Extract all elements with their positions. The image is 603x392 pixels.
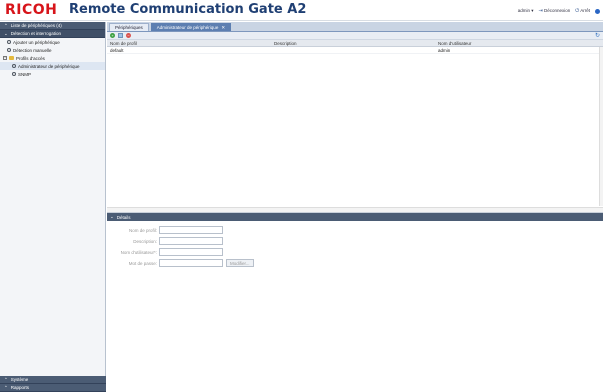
- vertical-scrollbar[interactable]: [599, 47, 603, 206]
- collapse-icon[interactable]: −: [3, 56, 7, 60]
- edit-icon[interactable]: [118, 33, 123, 38]
- delete-icon[interactable]: −: [126, 33, 131, 38]
- sidebar-section-reports[interactable]: ⌃ Rapports: [0, 384, 106, 392]
- logout-link[interactable]: ⇥ Déconnexion: [539, 8, 571, 14]
- description-field[interactable]: [159, 237, 223, 245]
- app-title: Remote Communication Gate A2: [69, 2, 307, 17]
- gear-icon: [12, 72, 16, 76]
- password-field[interactable]: [159, 259, 223, 267]
- chevron-up-icon: ⌃: [4, 384, 8, 390]
- column-header-profile-name[interactable]: Nom de profil: [107, 41, 271, 46]
- ricoh-logo: RICOH: [5, 2, 58, 18]
- sidebar-item-manual-detection[interactable]: Détection manuelle: [0, 46, 105, 54]
- sidebar-section-system[interactable]: ⌃ Système: [0, 376, 106, 384]
- description-label: Description:: [133, 238, 157, 244]
- gear-icon: [7, 40, 11, 44]
- description-row: Description:: [107, 236, 603, 246]
- toolbar: + − ↻: [107, 32, 603, 40]
- refresh-icon[interactable]: ↻: [595, 32, 600, 39]
- table-row[interactable]: default admin: [107, 47, 603, 54]
- sidebar-item-snmp[interactable]: SNMP: [0, 70, 105, 78]
- chevron-up-icon: ⌃: [4, 22, 8, 28]
- modify-button[interactable]: Modifier...: [226, 259, 254, 267]
- tab-devices[interactable]: Périphériques: [109, 23, 149, 31]
- header-actions: admin ▾ ⇥ Déconnexion ⏻ Arrêt: [518, 8, 600, 14]
- sidebar-bottom: ⌃ Système ⌃ Rapports: [0, 376, 106, 392]
- stop-link[interactable]: ⏻ Arrêt: [575, 8, 590, 14]
- sidebar-item-access-profiles[interactable]: − Profils d'accès: [0, 54, 105, 62]
- power-icon: ⏻: [575, 8, 580, 14]
- close-icon[interactable]: ✕: [221, 25, 225, 31]
- column-header-description[interactable]: Description: [271, 41, 435, 46]
- add-icon[interactable]: +: [110, 33, 115, 38]
- gear-icon: [7, 48, 11, 52]
- tab-device-admin[interactable]: Administrateur de périphérique ✕: [150, 23, 232, 31]
- logout-icon: ⇥: [538, 8, 543, 14]
- profile-name-row: Nom de profil:: [107, 225, 603, 235]
- profiles-grid: default admin: [107, 47, 603, 213]
- horizontal-scrollbar[interactable]: [107, 207, 603, 212]
- sidebar-item-device-admin[interactable]: Administrateur de périphérique: [0, 62, 105, 70]
- app-header: RICOH Remote Communication Gate A2 admin…: [0, 0, 603, 21]
- username-row: Nom d'utilisateur*:: [107, 247, 603, 257]
- username-label: Nom d'utilisateur*:: [120, 249, 157, 255]
- gear-icon: [12, 64, 16, 68]
- folder-icon: [9, 56, 14, 60]
- help-icon[interactable]: [595, 8, 600, 14]
- username-field[interactable]: [159, 248, 223, 256]
- column-header-username[interactable]: Nom d'utilisateur: [435, 41, 603, 46]
- password-label: Mot de passe:: [128, 260, 157, 266]
- tab-bar: Périphériques Administrateur de périphér…: [107, 22, 603, 32]
- sidebar-section-devices[interactable]: ⌃ Liste de périphériques (4): [0, 22, 105, 30]
- sidebar: ⌃ Liste de périphériques (4) ⌄ Détection…: [0, 22, 106, 392]
- cell-profile-name: default: [110, 47, 124, 53]
- grid-header: Nom de profil Description Nom d'utilisat…: [107, 40, 603, 47]
- details-form: Nom de profil: Description: Nom d'utilis…: [107, 221, 603, 268]
- chevron-down-icon: ⌄: [110, 214, 114, 219]
- details-header[interactable]: ⌄ Détails: [107, 213, 603, 221]
- user-menu[interactable]: admin ▾: [518, 8, 534, 14]
- chevron-up-icon: ⌃: [4, 376, 8, 382]
- chevron-down-icon: ⌄: [4, 30, 8, 36]
- main-panel: Périphériques Administrateur de périphér…: [107, 22, 603, 392]
- sidebar-section-discovery[interactable]: ⌄ Détection et interrogation: [0, 30, 105, 38]
- password-row: Mot de passe: Modifier...: [107, 258, 603, 268]
- cell-username: admin: [438, 47, 451, 53]
- sidebar-item-add-device[interactable]: Ajouter un périphérique: [0, 38, 105, 46]
- profile-name-label: Nom de profil:: [128, 227, 157, 233]
- profile-name-field[interactable]: [159, 226, 223, 234]
